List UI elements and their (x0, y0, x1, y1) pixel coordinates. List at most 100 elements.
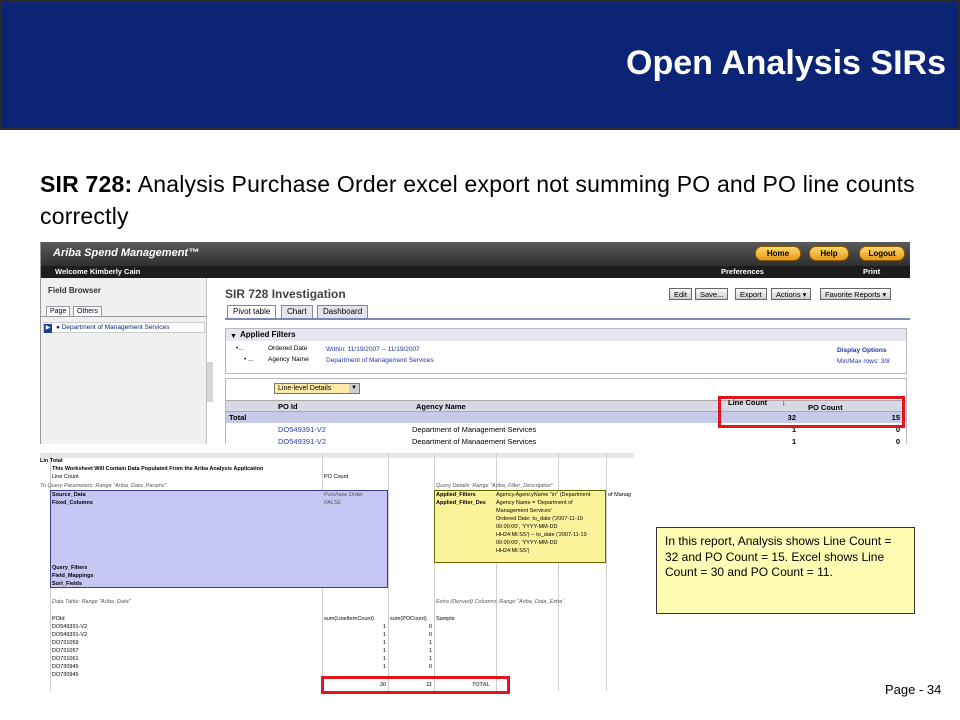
excel-cell[interactable]: Ordered Date: to_date ('2007-11-19 (496, 515, 583, 523)
dropdown-arrow-icon[interactable]: ▼ (349, 384, 359, 393)
excel-header-cell[interactable]: Sample (436, 615, 455, 623)
ariba-userbar: Welcome Kimberly Cain Preferences Print (41, 266, 910, 278)
excel-cell[interactable]: 00:00:00', 'YYYY-MM-DD (496, 523, 558, 531)
excel-cell[interactable]: To Query Parameters: Range "Ariba_Data_P… (40, 482, 167, 490)
excel-cell[interactable]: Query Details: Range "Ariba_Filter_Descr… (436, 482, 553, 490)
display-options-link[interactable]: Display Options (837, 347, 886, 354)
analysis-totals-highlight (718, 396, 905, 428)
print-link[interactable]: Print (863, 266, 880, 278)
excel-cell[interactable]: DO730945 (52, 671, 79, 679)
favorite-reports-menu[interactable]: Favorite Reports ▾ (820, 288, 892, 300)
excel-cell[interactable]: 1 (324, 663, 386, 671)
excel-cell[interactable]: 1 (324, 623, 386, 631)
excel-cell[interactable]: Management Services' (496, 507, 552, 515)
excel-cell[interactable]: DO730945 (52, 663, 79, 671)
line-level-select[interactable]: Line-level Details ▼ (274, 383, 360, 394)
filter-name: Ordered Date (268, 345, 308, 352)
ariba-topbar: Ariba Spend Management™ Home Help Logout (41, 242, 910, 266)
excel-cell[interactable]: 0 (390, 631, 432, 639)
po-id-link[interactable]: DO549391-V2 (278, 436, 326, 444)
excel-cell[interactable]: Sort_Fields (52, 580, 82, 588)
excel-cell[interactable]: Applied_Filter_Des (436, 499, 496, 507)
report-title: SIR 728 Investigation (225, 287, 346, 301)
excel-header-cell[interactable]: POId (52, 615, 65, 623)
slide-title: Open Analysis SIRs (626, 44, 946, 82)
filter-bullet[interactable]: •... (236, 345, 244, 352)
logout-button[interactable]: Logout (859, 246, 905, 261)
excel-cell[interactable]: Applied_Filters (436, 491, 476, 499)
home-button[interactable]: Home (755, 246, 801, 261)
excel-cell[interactable]: Query_Filters (52, 564, 87, 572)
excel-cell[interactable]: Source_Data (52, 491, 86, 499)
slide-subtitle: SIR 728: Analysis Purchase Order excel e… (40, 168, 920, 232)
excel-cell[interactable]: Agency Name = 'Department of (496, 499, 573, 507)
filter-bullet[interactable]: • ... (244, 356, 254, 363)
excel-cell[interactable]: Line Count (52, 473, 79, 481)
excel-cell[interactable]: 1 (324, 631, 386, 639)
welcome-text: Welcome Kimberly Cain (55, 267, 141, 276)
excel-cell[interactable]: DO549391-V2 (52, 623, 87, 631)
col-po-id[interactable]: PO Id (278, 401, 298, 412)
excel-cell[interactable]: DO731061 (52, 655, 79, 663)
subtitle-description: Analysis Purchase Order excel export not… (40, 171, 915, 229)
total-label: Total (229, 413, 247, 422)
expand-arrow-icon[interactable]: ▶ (44, 324, 52, 333)
excel-column-headers (40, 453, 634, 458)
subtitle-sir-number: SIR 728: (40, 171, 133, 197)
excel-cell[interactable]: DO731057 (52, 647, 79, 655)
excel-cell[interactable]: 1 (324, 655, 386, 663)
ariba-logo: Ariba Spend Management™ (53, 247, 200, 259)
excel-cell[interactable]: HH24:MI:SS') (496, 547, 529, 555)
edit-button[interactable]: Edit (669, 288, 692, 300)
excel-cell[interactable]: 1 (390, 655, 432, 663)
excel-cell[interactable]: FALSE (324, 499, 341, 507)
excel-cell[interactable]: 00:00:00', 'YYYY-MM-DD (496, 539, 558, 547)
panel-collapse-handle[interactable] (207, 362, 213, 402)
excel-cell[interactable]: 1 (324, 647, 386, 655)
collapse-triangle-icon[interactable]: ▼ (230, 331, 237, 343)
po-count-cell: 0 (895, 437, 900, 444)
field-browser-title: Field Browser (48, 286, 101, 295)
tab-chart[interactable]: Chart (281, 305, 313, 318)
preferences-link[interactable]: Preferences (721, 266, 764, 278)
excel-cell[interactable]: DO731059 (52, 639, 79, 647)
po-id-link[interactable]: DO549391-V2 (278, 424, 326, 435)
export-button[interactable]: Export (735, 288, 767, 300)
excel-cell[interactable]: HH24:MI:SS') -- to_date ('2007-11-19 (496, 531, 587, 539)
tab-pivot-table[interactable]: Pivot table (227, 305, 277, 318)
excel-header-cell[interactable]: sum(POCount) (390, 615, 427, 623)
excel-cell[interactable]: 0 (390, 623, 432, 631)
help-button[interactable]: Help (809, 246, 849, 261)
excel-cell[interactable]: DO549391-V2 (52, 631, 87, 639)
excel-cell[interactable]: Fixed_Columns (52, 499, 93, 507)
excel-totals-highlight (321, 676, 510, 694)
applied-filters-header[interactable]: ▼ Applied Filters (226, 329, 906, 341)
excel-cell[interactable]: Extra (Derived) Columns: Range "Ariba_Da… (436, 598, 564, 606)
line-level-select-value: Line-level Details (278, 385, 332, 392)
line-count-cell: 1 (791, 437, 796, 444)
excel-cell[interactable]: 0 (390, 663, 432, 671)
excel-cell[interactable]: Field_Mappings (52, 572, 94, 580)
excel-cell[interactable]: Purchase Order (324, 491, 363, 499)
col-agency-name[interactable]: Agency Name (416, 401, 466, 412)
tab-dashboard[interactable]: Dashboard (317, 305, 369, 318)
excel-screenshot: Lin Total This Worksheet Will Contain Da… (40, 453, 634, 691)
field-browser-panel: Field Browser Page Others ▶ ● Department … (41, 278, 207, 444)
excel-cell[interactable]: 1 (324, 639, 386, 647)
actions-menu[interactable]: Actions ▾ (771, 288, 812, 300)
excel-cell[interactable]: This Worksheet Will Contain Data Populat… (52, 465, 263, 473)
excel-cell[interactable]: Lin Total (40, 457, 63, 465)
grid-line (606, 453, 607, 691)
excel-header-cell[interactable]: sum(LineItemCount) (324, 615, 374, 623)
agency-cell: Department of Management Services (412, 425, 537, 434)
excel-cell[interactable]: 1 (390, 639, 432, 647)
excel-cell[interactable]: of Manag (608, 491, 631, 499)
excel-cell[interactable]: PO Count (324, 473, 348, 481)
excel-cell[interactable]: Data Table: Range "Ariba_Data" (52, 598, 131, 606)
excel-cell[interactable]: Agency.AgencyName "in" (Department (496, 491, 606, 499)
excel-cell[interactable]: 1 (390, 647, 432, 655)
save-button[interactable]: Save... (695, 288, 729, 300)
field-browser-item[interactable]: ▶ ● Department of Management Services (43, 322, 205, 333)
tab-divider (41, 316, 207, 317)
slide-header: Open Analysis SIRs (0, 0, 960, 130)
